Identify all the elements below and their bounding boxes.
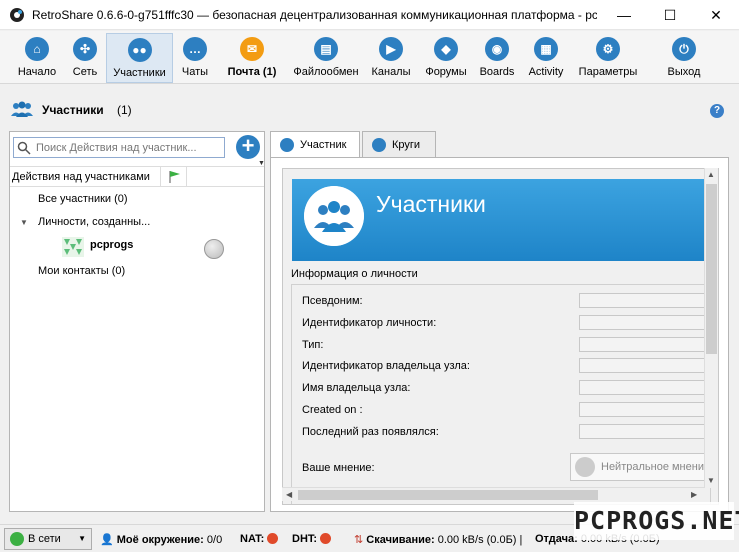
vertical-scrollbar[interactable]: ▲ ▼ [704,168,718,488]
tab-person[interactable]: Участник [270,131,360,158]
circles-icon [372,137,386,152]
owner-node-id-field[interactable] [579,358,714,373]
page-count: (1) [117,103,132,117]
toolbar-forums-button[interactable]: ◆ Форумы [421,33,471,83]
people-icon [11,101,33,117]
opinion-dropdown[interactable]: Нейтральное мнение [570,453,705,481]
page-title: Участники [42,103,104,117]
nickname-field[interactable] [579,293,714,308]
dropdown-arrow-icon: ▼ [78,534,86,543]
watermark-logo: PCPROGS.NET [574,502,739,540]
activity-icon: ▦ [534,37,558,61]
toolbar-fileshare-button[interactable]: ▤ Файлообмен [290,33,362,83]
boards-icon: ◉ [485,37,509,61]
identity-id-row: Идентификатор личности: [302,315,714,332]
transfer-arrows-icon: ⇅ [354,534,364,546]
created-on-row: Created on : [302,402,714,419]
owner-node-name-field[interactable] [579,380,714,395]
people-icon: ●● [127,38,152,62]
expand-arrow-icon[interactable]: ▼ [20,218,28,227]
scroll-left-icon[interactable]: ◀ [286,490,292,499]
toolbar-channels-button[interactable]: ▶ Каналы [368,33,414,83]
identity-detail-panel: Участники Информация о личности Псевдони… [270,157,729,512]
toolbar-exit-button[interactable]: ⏻ Выход [664,33,704,83]
dht-indicator-icon [320,533,332,544]
fileshare-icon: ▤ [314,37,338,61]
nickname-row: Псевдоним: [302,293,714,310]
toolbar-home-button[interactable]: ⌂ Начало [12,33,62,83]
nat-indicator-icon [267,533,279,544]
power-icon: ⏻ [672,37,696,61]
online-status-icon [10,532,24,546]
opinion-label: Ваше мнение: [302,462,375,474]
identity-info-label: Информация о личности [291,268,418,280]
tree-item-all-people[interactable]: Все участники (0) [10,189,264,211]
search-icon [17,141,31,155]
page-header: Участники (1) [0,85,739,125]
retroshare-logo-icon [10,7,24,22]
type-field[interactable] [579,337,714,352]
tab-circles[interactable]: Круги [362,131,436,157]
column-header-actions[interactable]: Действия над участниками [12,171,158,183]
network-icon: ✣ [73,37,97,61]
scroll-down-icon[interactable]: ▼ [707,476,715,485]
tree-column-header[interactable]: Действия над участниками [10,166,264,187]
toolbar-mail-button[interactable]: ✉ Почта (1) [219,33,285,83]
scroll-thumb[interactable] [706,184,717,354]
owner-node-name-row: Имя владельца узла: [302,380,714,397]
mail-icon: ✉ [240,37,264,61]
toolbar-people-button[interactable]: ●● Участники [106,33,173,83]
home-icon: ⌂ [25,37,49,61]
neutral-opinion-icon [575,457,595,477]
add-identity-button[interactable]: + ▼ [236,133,265,167]
toolbar-boards-button[interactable]: ◉ Boards [476,33,518,83]
forums-icon: ◆ [434,37,458,61]
type-row: Тип: [302,337,714,354]
scroll-up-icon[interactable]: ▲ [707,170,715,179]
last-seen-row: Последний раз появлялся: [302,424,714,441]
identity-avatar-icon [62,237,84,257]
plus-icon: + [241,133,255,158]
tree-item-identities[interactable]: ▼ Личности, созданны... [10,212,264,234]
scroll-right-icon[interactable]: ▶ [691,490,697,499]
identity-id-field[interactable] [579,315,714,330]
search-field[interactable] [13,137,225,158]
tree-item-identity[interactable]: pcprogs [10,235,264,259]
window-title: RetroShare 0.6.6-0-g751fffc30 — безопасн… [32,7,597,22]
close-button[interactable]: ✕ [693,0,739,30]
title-bar: RetroShare 0.6.6-0-g751fffc30 — безопасн… [0,0,739,30]
toolbar-activity-button[interactable]: ▦ Activity [524,33,568,83]
owner-node-id-row: Идентификатор владельца узла: [302,358,714,375]
person-icon: 👤 [100,534,114,546]
settings-icon: ⚙ [596,37,620,61]
identity-status-icon [204,239,224,259]
maximize-button[interactable]: ☐ [647,0,693,30]
online-status-dropdown[interactable]: В сети ▼ [4,528,92,550]
people-icon [304,186,364,246]
horizontal-scrollbar[interactable]: ◀ ▶ [282,487,704,501]
neighborhood-status: 👤 Моё окружение: 0/0 [100,534,223,546]
flag-icon[interactable] [168,170,182,184]
people-tree-panel: + ▼ Действия над участниками Все участни… [9,131,265,512]
identity-banner: Участники [292,179,706,261]
download-status: ⇅ Скачивание: 0.00 kB/s (0.0Б) | [354,534,523,546]
banner-title: Участники [376,191,486,217]
toolbar-network-button[interactable]: ✣ Сеть [66,33,104,83]
search-input[interactable] [36,140,222,155]
channels-icon: ▶ [379,37,403,61]
tree-item-my-contacts[interactable]: Мои контакты (0) [10,261,264,283]
chat-icon: … [183,37,207,61]
minimize-button[interactable]: — [601,0,647,30]
toolbar-chats-button[interactable]: … Чаты [176,33,214,83]
person-icon [280,138,294,152]
last-seen-field[interactable] [579,424,714,439]
help-icon[interactable]: ? [710,104,724,118]
toolbar-settings-button[interactable]: ⚙ Параметры [575,33,641,83]
created-on-field[interactable] [579,402,714,417]
dht-status: DHT: [292,533,334,545]
detail-scroll-area: Участники Информация о личности Псевдони… [282,168,719,505]
nat-status: NAT: [240,533,281,545]
hscroll-thumb[interactable] [298,490,598,500]
main-toolbar: ⌂ Начало ✣ Сеть ●● Участники … Чаты ✉ По… [0,31,739,84]
